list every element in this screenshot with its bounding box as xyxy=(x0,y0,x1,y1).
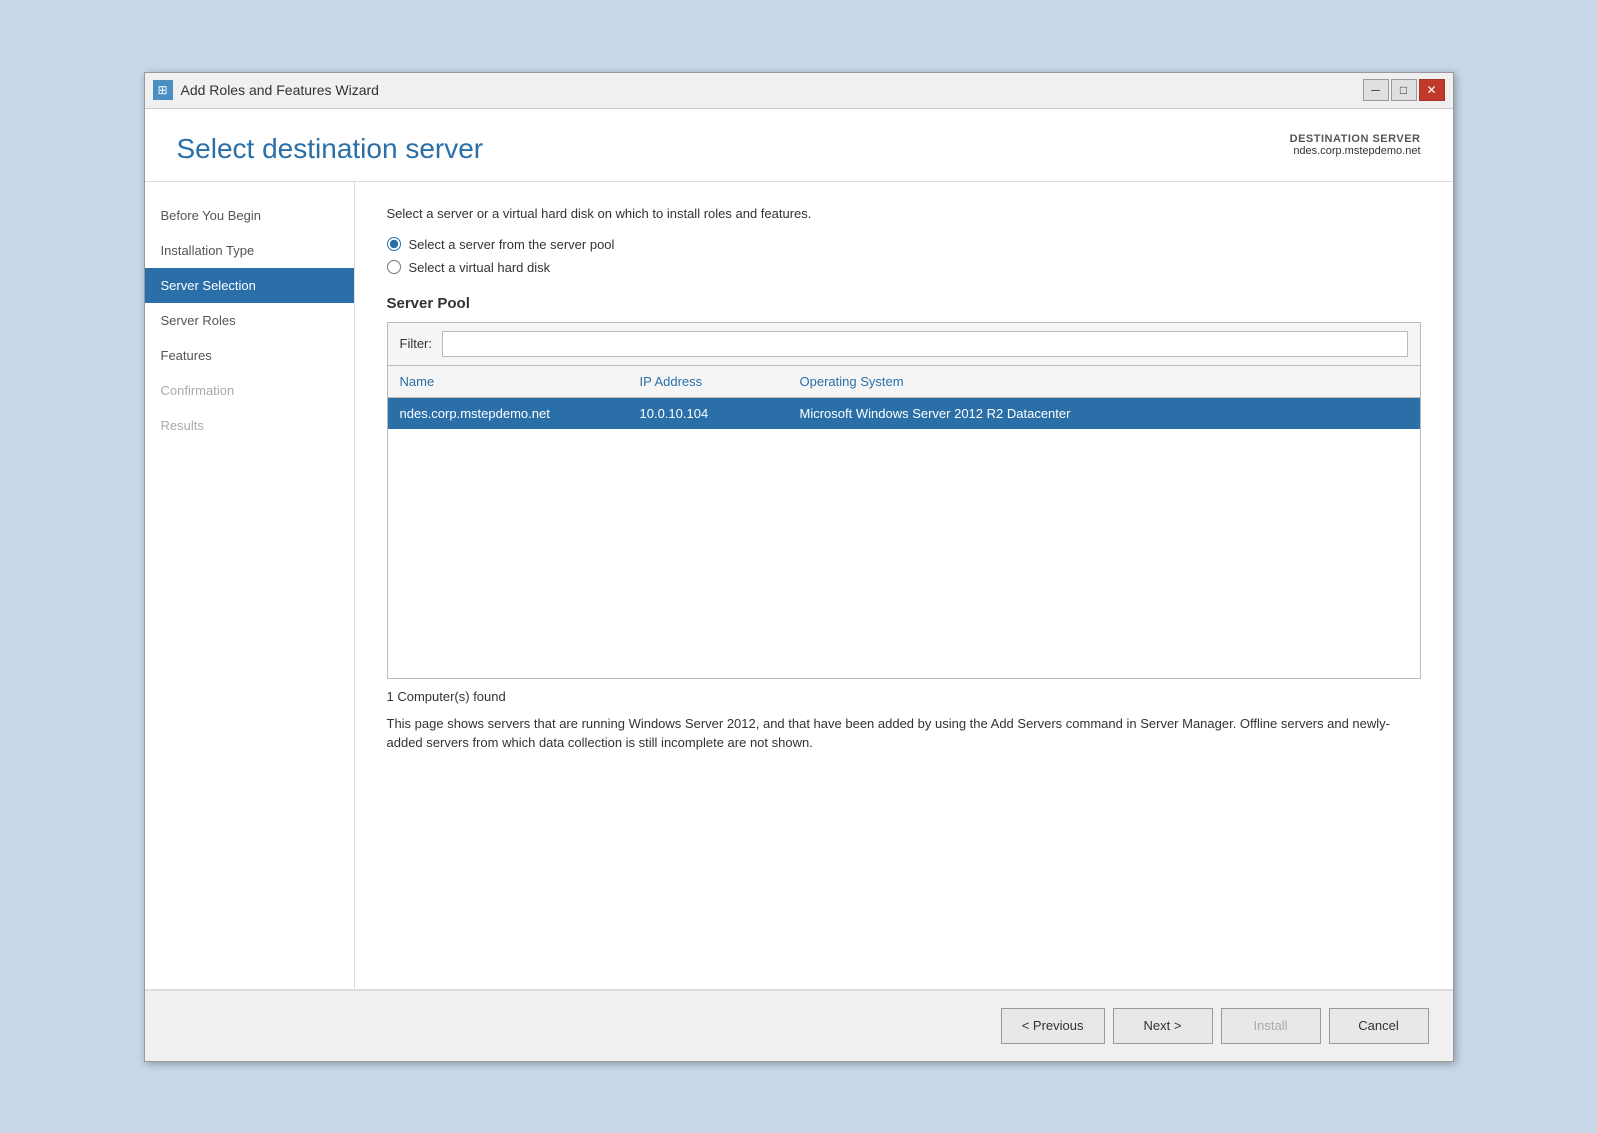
sidebar: Before You Begin Installation Type Serve… xyxy=(145,182,355,989)
server-pool-body: ndes.corp.mstepdemo.net 10.0.10.104 Micr… xyxy=(388,398,1420,678)
col-header-ip[interactable]: IP Address xyxy=(628,366,788,397)
radio-server-pool[interactable]: Select a server from the server pool xyxy=(387,237,1421,252)
radio-server-pool-label: Select a server from the server pool xyxy=(409,237,615,252)
sidebar-item-installation-type[interactable]: Installation Type xyxy=(145,233,354,268)
filter-input[interactable] xyxy=(442,331,1408,357)
sidebar-item-server-selection[interactable]: Server Selection xyxy=(145,268,354,303)
description-text: This page shows servers that are running… xyxy=(387,714,1421,753)
col-header-name[interactable]: Name xyxy=(388,366,628,397)
destination-server-info: DESTINATION SERVER ndes.corp.mstepdemo.n… xyxy=(1290,133,1421,157)
radio-vhd-label: Select a virtual hard disk xyxy=(409,260,551,275)
computers-found: 1 Computer(s) found xyxy=(387,689,1421,704)
table-header: Name IP Address Operating System xyxy=(388,366,1420,398)
title-bar: ⊞ Add Roles and Features Wizard ─ □ ✕ xyxy=(145,73,1453,109)
instruction-text: Select a server or a virtual hard disk o… xyxy=(387,206,1421,221)
destination-server-label: DESTINATION SERVER xyxy=(1290,133,1421,145)
title-bar-left: ⊞ Add Roles and Features Wizard xyxy=(153,80,379,100)
sidebar-item-results: Results xyxy=(145,408,354,443)
window-title: Add Roles and Features Wizard xyxy=(181,82,379,98)
header-section: Select destination server DESTINATION SE… xyxy=(145,109,1453,182)
table-row[interactable]: ndes.corp.mstepdemo.net 10.0.10.104 Micr… xyxy=(388,398,1420,429)
server-pool-table: Filter: Name IP Address Operating System… xyxy=(387,322,1421,679)
wizard-window: ⊞ Add Roles and Features Wizard ─ □ ✕ Se… xyxy=(144,72,1454,1062)
server-pool-title: Server Pool xyxy=(387,295,1421,312)
cell-server-os: Microsoft Windows Server 2012 R2 Datacen… xyxy=(788,398,1420,429)
main-content: Select a server or a virtual hard disk o… xyxy=(355,182,1453,989)
window-controls: ─ □ ✕ xyxy=(1363,79,1445,101)
window-body: Select destination server DESTINATION SE… xyxy=(145,109,1453,1061)
sidebar-item-server-roles[interactable]: Server Roles xyxy=(145,303,354,338)
close-button[interactable]: ✕ xyxy=(1419,79,1445,101)
filter-row: Filter: xyxy=(388,323,1420,366)
maximize-button[interactable]: □ xyxy=(1391,79,1417,101)
cancel-button[interactable]: Cancel xyxy=(1329,1008,1429,1044)
destination-server-name: ndes.corp.mstepdemo.net xyxy=(1293,145,1420,157)
minimize-button[interactable]: ─ xyxy=(1363,79,1389,101)
previous-button[interactable]: < Previous xyxy=(1001,1008,1105,1044)
page-title: Select destination server xyxy=(177,133,484,165)
radio-server-pool-input[interactable] xyxy=(387,237,401,251)
main-area: Before You Begin Installation Type Serve… xyxy=(145,182,1453,989)
sidebar-item-confirmation: Confirmation xyxy=(145,373,354,408)
radio-group: Select a server from the server pool Sel… xyxy=(387,237,1421,275)
sidebar-item-before-you-begin[interactable]: Before You Begin xyxy=(145,198,354,233)
radio-vhd[interactable]: Select a virtual hard disk xyxy=(387,260,1421,275)
radio-vhd-input[interactable] xyxy=(387,260,401,274)
window-icon: ⊞ xyxy=(153,80,173,100)
sidebar-item-features[interactable]: Features xyxy=(145,338,354,373)
footer: < Previous Next > Install Cancel xyxy=(145,989,1453,1061)
next-button[interactable]: Next > xyxy=(1113,1008,1213,1044)
cell-server-ip: 10.0.10.104 xyxy=(628,398,788,429)
filter-label: Filter: xyxy=(400,336,433,351)
install-button[interactable]: Install xyxy=(1221,1008,1321,1044)
cell-server-name: ndes.corp.mstepdemo.net xyxy=(388,398,628,429)
col-header-os[interactable]: Operating System xyxy=(788,366,1420,397)
